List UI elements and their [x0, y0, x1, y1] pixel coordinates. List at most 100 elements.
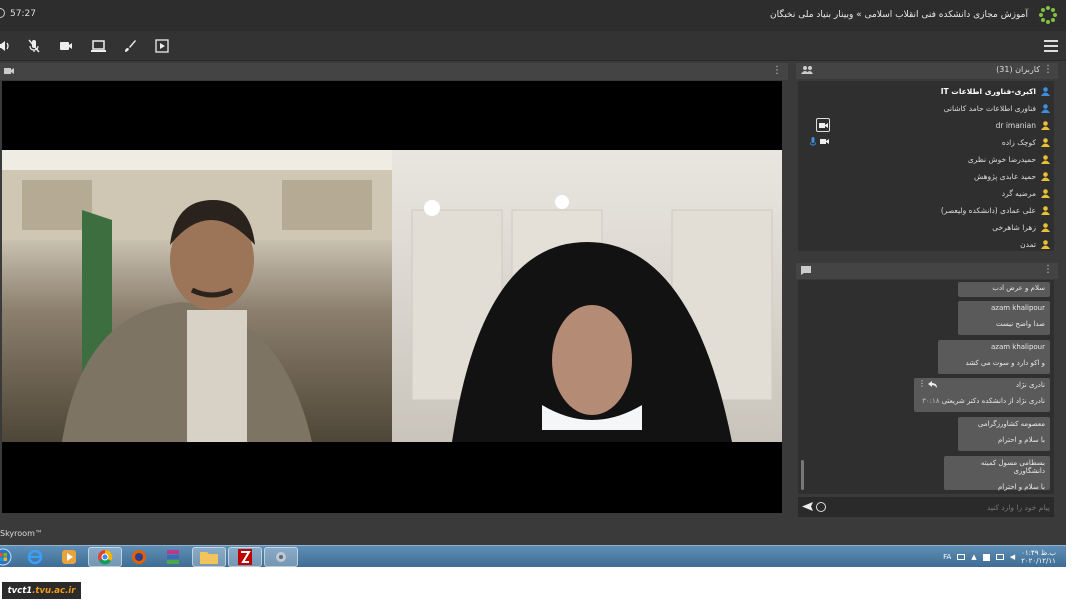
settings-icon[interactable] [264, 547, 298, 567]
clock-icon [0, 8, 5, 18]
user-row[interactable]: زهرا شاهرخی [802, 219, 1050, 235]
title-bar: 57:27 آموزش مجازی دانشکده فنی انقلاب اسل… [0, 0, 1066, 31]
chat-panel: ⋮ سلام و عرض ادب azam khalipour صدا واضح… [796, 263, 1058, 519]
presenter-2-image [411, 195, 773, 442]
users-panel-header: کاربران (31) ⋮ [796, 63, 1058, 79]
chat-message: معصومه کشاورزگرامی با سلام و احترام [958, 417, 1050, 451]
clock-time: ۰۱:۴۹ ب.ظ [1021, 549, 1056, 557]
ie-icon[interactable] [18, 547, 52, 567]
network-icon[interactable] [995, 554, 1004, 560]
chrome-icon[interactable] [88, 547, 122, 567]
user-icon [1041, 154, 1050, 164]
chat-icon [801, 266, 811, 275]
chat-message-body: نادری نژاد از دانشکده دکتر شریعتی ۳۰:۱۸ [919, 397, 1045, 405]
chat-message-text: نادری نژاد از دانشکده دکتر شریعتی [941, 397, 1045, 405]
menu-icon[interactable] [1044, 40, 1058, 52]
chat-message-author: azam khalipour [990, 343, 1045, 351]
user-row[interactable]: فناوری اطلاعات حامد کاشانی [802, 100, 1050, 116]
user-name: اکبری-فناوری اطلاعات IT [940, 86, 1036, 96]
user-mic-icon[interactable] [810, 137, 816, 146]
volume-icon[interactable]: ◀ [1010, 553, 1015, 561]
brush-icon[interactable] [122, 38, 138, 54]
action-center-icon[interactable] [982, 553, 990, 561]
chat-message-text: با سلام و احترام [997, 483, 1045, 491]
video-feed-presenter-1 [2, 150, 392, 442]
chat-message: بسطامی مسول کمیته دانشگاوری با سلام و اح… [944, 456, 1050, 491]
chat-message-time: ۳۰:۱۸ [922, 397, 940, 405]
user-name: مرضیه گرد [1001, 188, 1036, 198]
chat-message-text: و اکو دارد و سوت می کشد [965, 359, 1045, 367]
user-camera-icon[interactable] [820, 138, 829, 145]
user-name: dr imanian [995, 120, 1036, 130]
winrar-icon[interactable] [156, 547, 190, 567]
users-icon [801, 66, 813, 74]
user-admin-icon [1041, 86, 1050, 96]
chat-message-author: نادری نژاد [1015, 381, 1045, 389]
user-row[interactable]: حمیدرضا خوش نظری [802, 151, 1050, 167]
chat-message: azam khalipour و اکو دارد و سوت می کشد [938, 340, 1050, 374]
user-row[interactable]: اکبری-فناوری اطلاعات IT [802, 83, 1050, 99]
session-timer: 57:27 [10, 9, 36, 19]
skyroom-app: 57:27 آموزش مجازی دانشکده فنی انقلاب اسل… [0, 0, 1066, 545]
taskbar-clock[interactable]: ۰۱:۴۹ ب.ظ ۲۰۲۰/۱۲/۱۱ [1021, 549, 1056, 565]
emoji-icon[interactable] [816, 502, 826, 512]
mic-muted-icon[interactable] [26, 38, 42, 54]
user-name: زهرا شاهرخی [992, 222, 1036, 232]
chat-message-author: معصومه کشاورزگرامی [977, 420, 1045, 428]
presenter-1-image [2, 150, 392, 442]
chat-message-text: سلام و عرض ادب [992, 284, 1045, 292]
filezilla-icon[interactable] [228, 547, 262, 567]
language-indicator[interactable]: FA [943, 553, 951, 561]
video-stage: ⋮ [0, 63, 788, 518]
chat-input[interactable] [828, 499, 1050, 515]
users-panel-title: کاربران (31) [996, 65, 1040, 74]
stage-options-icon[interactable]: ⋮ [772, 65, 782, 76]
room-title: آموزش مجازی دانشکده فنی انقلاب اسلامی » … [770, 10, 1028, 20]
keyboard-icon[interactable] [957, 554, 966, 560]
screen-share-icon[interactable] [90, 38, 106, 54]
user-camera-icon[interactable] [816, 118, 830, 132]
message-options-icon[interactable]: ⋮ [918, 379, 926, 388]
chat-scrollbar[interactable] [801, 460, 804, 490]
user-name: حمیدرضا خوش نظری [967, 154, 1036, 164]
user-icon [1041, 205, 1050, 215]
stage-header: ⋮ [0, 63, 788, 80]
user-row[interactable]: حمید عابدی پژوهش [802, 168, 1050, 184]
video-feed-presenter-2 [392, 150, 782, 442]
user-icon [1041, 171, 1050, 181]
logo-main-text: tvct1 [7, 585, 33, 596]
system-tray: FA ▲ ◀ ۰۱:۴۹ ب.ظ ۲۰۲۰/۱۲/۱۱ [943, 548, 1056, 566]
user-row[interactable]: علی عمادی (دانشکده ولیعصر) [802, 202, 1050, 218]
taskbar: FA ▲ ◀ ۰۱:۴۹ ب.ظ ۲۰۲۰/۱۲/۱۱ [0, 545, 1066, 567]
presentation-icon[interactable] [154, 38, 170, 54]
logo-accent-text: .tvu.ac.ir [32, 585, 76, 596]
user-icon [1041, 188, 1050, 198]
media-player-icon[interactable] [52, 547, 86, 567]
user-row[interactable]: مرضیه گرد [802, 185, 1050, 201]
reply-icon[interactable] [928, 381, 937, 388]
explorer-icon[interactable] [192, 547, 226, 567]
brand-label: Skyroom™ [0, 529, 43, 538]
user-row[interactable]: کوچک زاده [802, 134, 1050, 150]
chat-input-bar [798, 497, 1054, 517]
user-row[interactable]: تمدن [802, 236, 1050, 252]
chat-message: azam khalipour صدا واضح نیست [958, 301, 1050, 335]
user-row[interactable]: dr imanian [802, 117, 1050, 133]
start-orb-icon[interactable] [0, 547, 20, 567]
stage-camera-icon [4, 68, 14, 74]
users-options-icon[interactable]: ⋮ [1043, 64, 1053, 75]
tray-expand-icon[interactable]: ▲ [971, 553, 976, 561]
user-icon [1041, 239, 1050, 249]
send-icon[interactable] [802, 501, 813, 512]
firefox-icon[interactable] [122, 547, 156, 567]
chat-message-author: azam khalipour [990, 304, 1045, 312]
users-panel: کاربران (31) ⋮ اکبری-فناوری اطلاعات IT ف… [796, 63, 1058, 255]
chat-options-icon[interactable]: ⋮ [1043, 264, 1053, 275]
camera-icon[interactable] [58, 38, 74, 54]
speaker-icon[interactable] [0, 38, 12, 54]
user-admin-icon [1041, 103, 1050, 113]
user-name: کوچک زاده [1001, 137, 1036, 147]
chat-panel-header: ⋮ [796, 263, 1058, 279]
chat-message-author: بسطامی مسول کمیته دانشگاوری [980, 459, 1045, 475]
chat-message-text: با سلام و احترام [997, 436, 1045, 444]
